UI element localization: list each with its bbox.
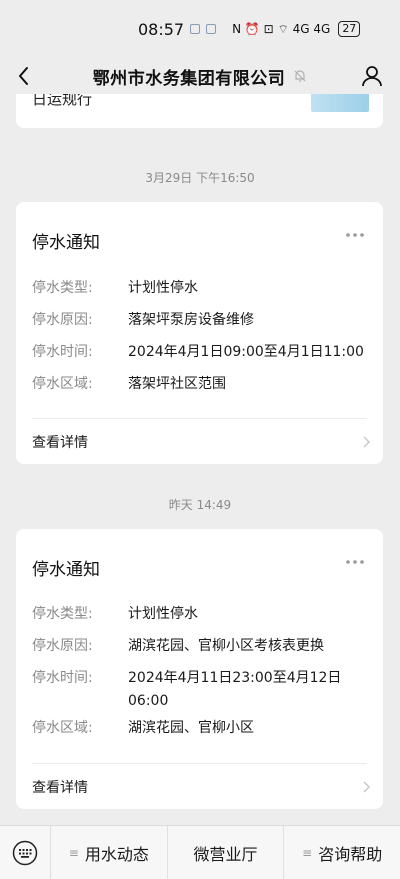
app-notification-icon — [190, 24, 201, 34]
card-divider — [32, 763, 367, 764]
field-reason: 停水原因: 落架坪泵房设备维修 — [32, 309, 367, 332]
field-label: 停水原因: — [32, 312, 93, 328]
field-value: 落架坪泵房设备维修 — [128, 312, 254, 328]
notice-card[interactable]: 停水通知 停水类型: 计划性停水 停水原因: 落架坪泵房设备维修 停水时间: 2… — [16, 202, 383, 464]
view-details-link[interactable]: 查看详情 — [32, 777, 88, 797]
menu-micro-service-hall[interactable]: 微营业厅 — [166, 825, 284, 879]
bottom-menu-bar: ≡ 用水动态 微营业厅 ≡ 咨询帮助 — [0, 825, 400, 879]
field-value: 落架坪社区范围 — [128, 376, 226, 392]
field-type: 停水类型: 计划性停水 — [32, 277, 367, 300]
field-time: 停水时间: 2024年4月1日09:00至4月1日11:00 — [32, 341, 367, 364]
nav-bar: 鄂州市水务集团有限公司 — [0, 58, 400, 94]
message-timestamp: 3月29日 下午16:50 — [145, 171, 255, 185]
bell-off-icon — [294, 70, 306, 82]
field-value: 2024年4月1日09:00至4月1日11:00 — [128, 344, 364, 360]
page-title: 鄂州市水务集团有限公司 — [92, 68, 286, 89]
chevron-left-icon[interactable] — [12, 63, 36, 89]
field-label: 停水时间: — [32, 670, 93, 686]
status-time: 08:57 — [138, 19, 185, 39]
battery-icon: 27 — [338, 21, 361, 37]
person-icon[interactable] — [360, 63, 384, 89]
more-dots-icon[interactable] — [345, 557, 365, 567]
submenu-icon: ≡ — [68, 845, 79, 860]
status-bar: 08:57 N ⏰ ⊡ ⌔ 4G 4G 27 — [0, 0, 400, 58]
notice-title: 停水通知 — [32, 560, 100, 580]
menu-label: 微营业厅 — [193, 844, 258, 864]
keyboard-icon — [12, 840, 38, 865]
field-area: 停水区域: 湖滨花园、官柳小区 — [32, 717, 367, 740]
notice-card[interactable]: 停水通知 停水类型: 计划性停水 停水原因: 湖滨花园、官柳小区考核表更换 停水… — [16, 529, 383, 809]
previous-message-card[interactable]: 日运规行 — [16, 94, 383, 128]
menu-label: 咨询帮助 — [318, 844, 383, 864]
field-time: 停水时间: 2024年4月11日23:00至4月12日06:00 — [32, 667, 367, 713]
field-label: 停水类型: — [32, 606, 93, 622]
menu-consult-help[interactable]: ≡ 咨询帮助 — [283, 825, 400, 879]
app-notification-icon — [206, 24, 217, 34]
keyboard-toggle-button[interactable] — [0, 826, 50, 879]
field-value: 计划性停水 — [128, 606, 198, 622]
notice-title: 停水通知 — [32, 233, 100, 253]
menu-label: 用水动态 — [84, 844, 149, 864]
status-indicators: N ⏰ ⊡ ⌔ 4G 4G 27 — [232, 21, 361, 37]
field-value: 湖滨花园、官柳小区 — [128, 720, 254, 736]
menu-water-updates[interactable]: ≡ 用水动态 — [50, 825, 167, 879]
more-dots-icon[interactable] — [345, 230, 365, 240]
chevron-right-icon — [363, 781, 371, 793]
field-label: 停水类型: — [32, 280, 93, 296]
field-label: 停水区域: — [32, 720, 93, 736]
message-feed: 日运规行 3月29日 下午16:50 停水通知 停水类型: 计划性停水 停水原因… — [0, 94, 400, 825]
field-value: 2024年4月11日23:00至4月12日06:00 — [128, 670, 342, 709]
card-divider — [32, 418, 367, 419]
field-reason: 停水原因: 湖滨花园、官柳小区考核表更换 — [32, 635, 367, 658]
previous-message-thumbnail — [311, 94, 369, 112]
previous-message-text: 日运规行 — [32, 94, 93, 108]
field-type: 停水类型: 计划性停水 — [32, 603, 367, 626]
message-timestamp: 昨天 14:49 — [168, 498, 232, 512]
field-value: 计划性停水 — [128, 280, 198, 296]
field-label: 停水区域: — [32, 376, 93, 392]
field-value: 湖滨花园、官柳小区考核表更换 — [128, 638, 324, 654]
field-area: 停水区域: 落架坪社区范围 — [32, 373, 367, 396]
field-label: 停水时间: — [32, 344, 93, 360]
submenu-icon: ≡ — [302, 845, 313, 860]
status-indicators-text: N ⏰ ⊡ ⌔ 4G 4G — [232, 21, 331, 36]
chevron-right-icon — [363, 436, 371, 448]
field-label: 停水原因: — [32, 638, 93, 654]
view-details-link[interactable]: 查看详情 — [32, 432, 88, 452]
